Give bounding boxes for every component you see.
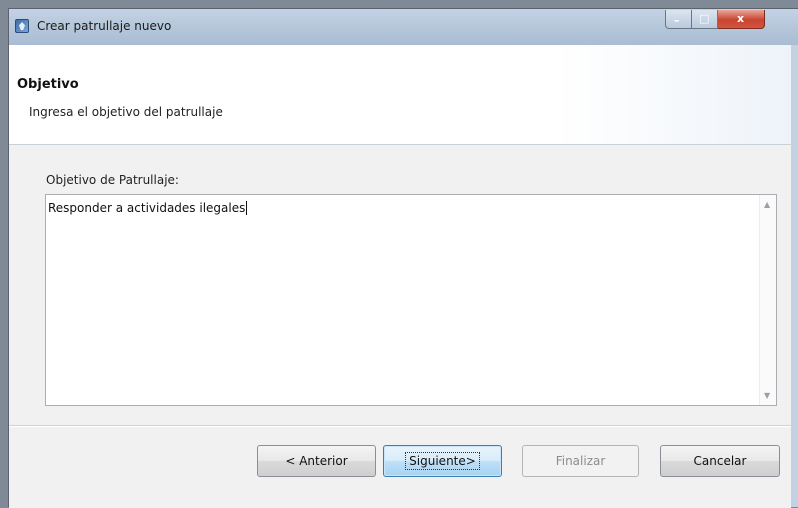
objective-text[interactable]: Responder a actividades ilegales — [48, 201, 248, 215]
maximize-icon: □ — [699, 12, 710, 25]
button-separator — [9, 425, 791, 427]
title-bar[interactable]: Crear patrullaje nuevo – □ x — [9, 9, 798, 45]
window-title: Crear patrullaje nuevo — [37, 19, 172, 33]
textarea-scrollbar[interactable]: ▲ ▼ — [759, 195, 776, 405]
minimize-icon: – — [674, 14, 680, 27]
close-button[interactable]: x — [718, 10, 765, 29]
wizard-window: Crear patrullaje nuevo – □ x Objetivo In… — [8, 8, 798, 508]
app-icon — [15, 19, 29, 33]
next-button-label: Siguiente> — [405, 452, 480, 470]
maximize-button[interactable]: □ — [692, 10, 718, 29]
scroll-up-arrow-icon[interactable]: ▲ — [764, 200, 770, 209]
cancel-button[interactable]: Cancelar — [660, 445, 780, 477]
close-icon: x — [737, 12, 745, 25]
wizard-header: Objetivo Ingresa el objetivo del patrull… — [9, 45, 791, 145]
next-button[interactable]: Siguiente> — [383, 445, 502, 477]
objective-textarea[interactable]: Responder a actividades ilegales ▲ ▼ — [45, 194, 777, 406]
finish-button: Finalizar — [522, 445, 639, 477]
page-description: Ingresa el objetivo del patrullaje — [29, 105, 223, 119]
scroll-down-arrow-icon[interactable]: ▼ — [764, 391, 770, 400]
objective-field-label: Objetivo de Patrullaje: — [46, 173, 179, 187]
page-title: Objetivo — [17, 77, 79, 92]
wizard-content: Objetivo de Patrullaje: Responder a acti… — [9, 145, 791, 508]
minimize-button[interactable]: – — [665, 10, 692, 29]
previous-button[interactable]: < Anterior — [257, 445, 376, 477]
text-caret — [246, 201, 248, 215]
